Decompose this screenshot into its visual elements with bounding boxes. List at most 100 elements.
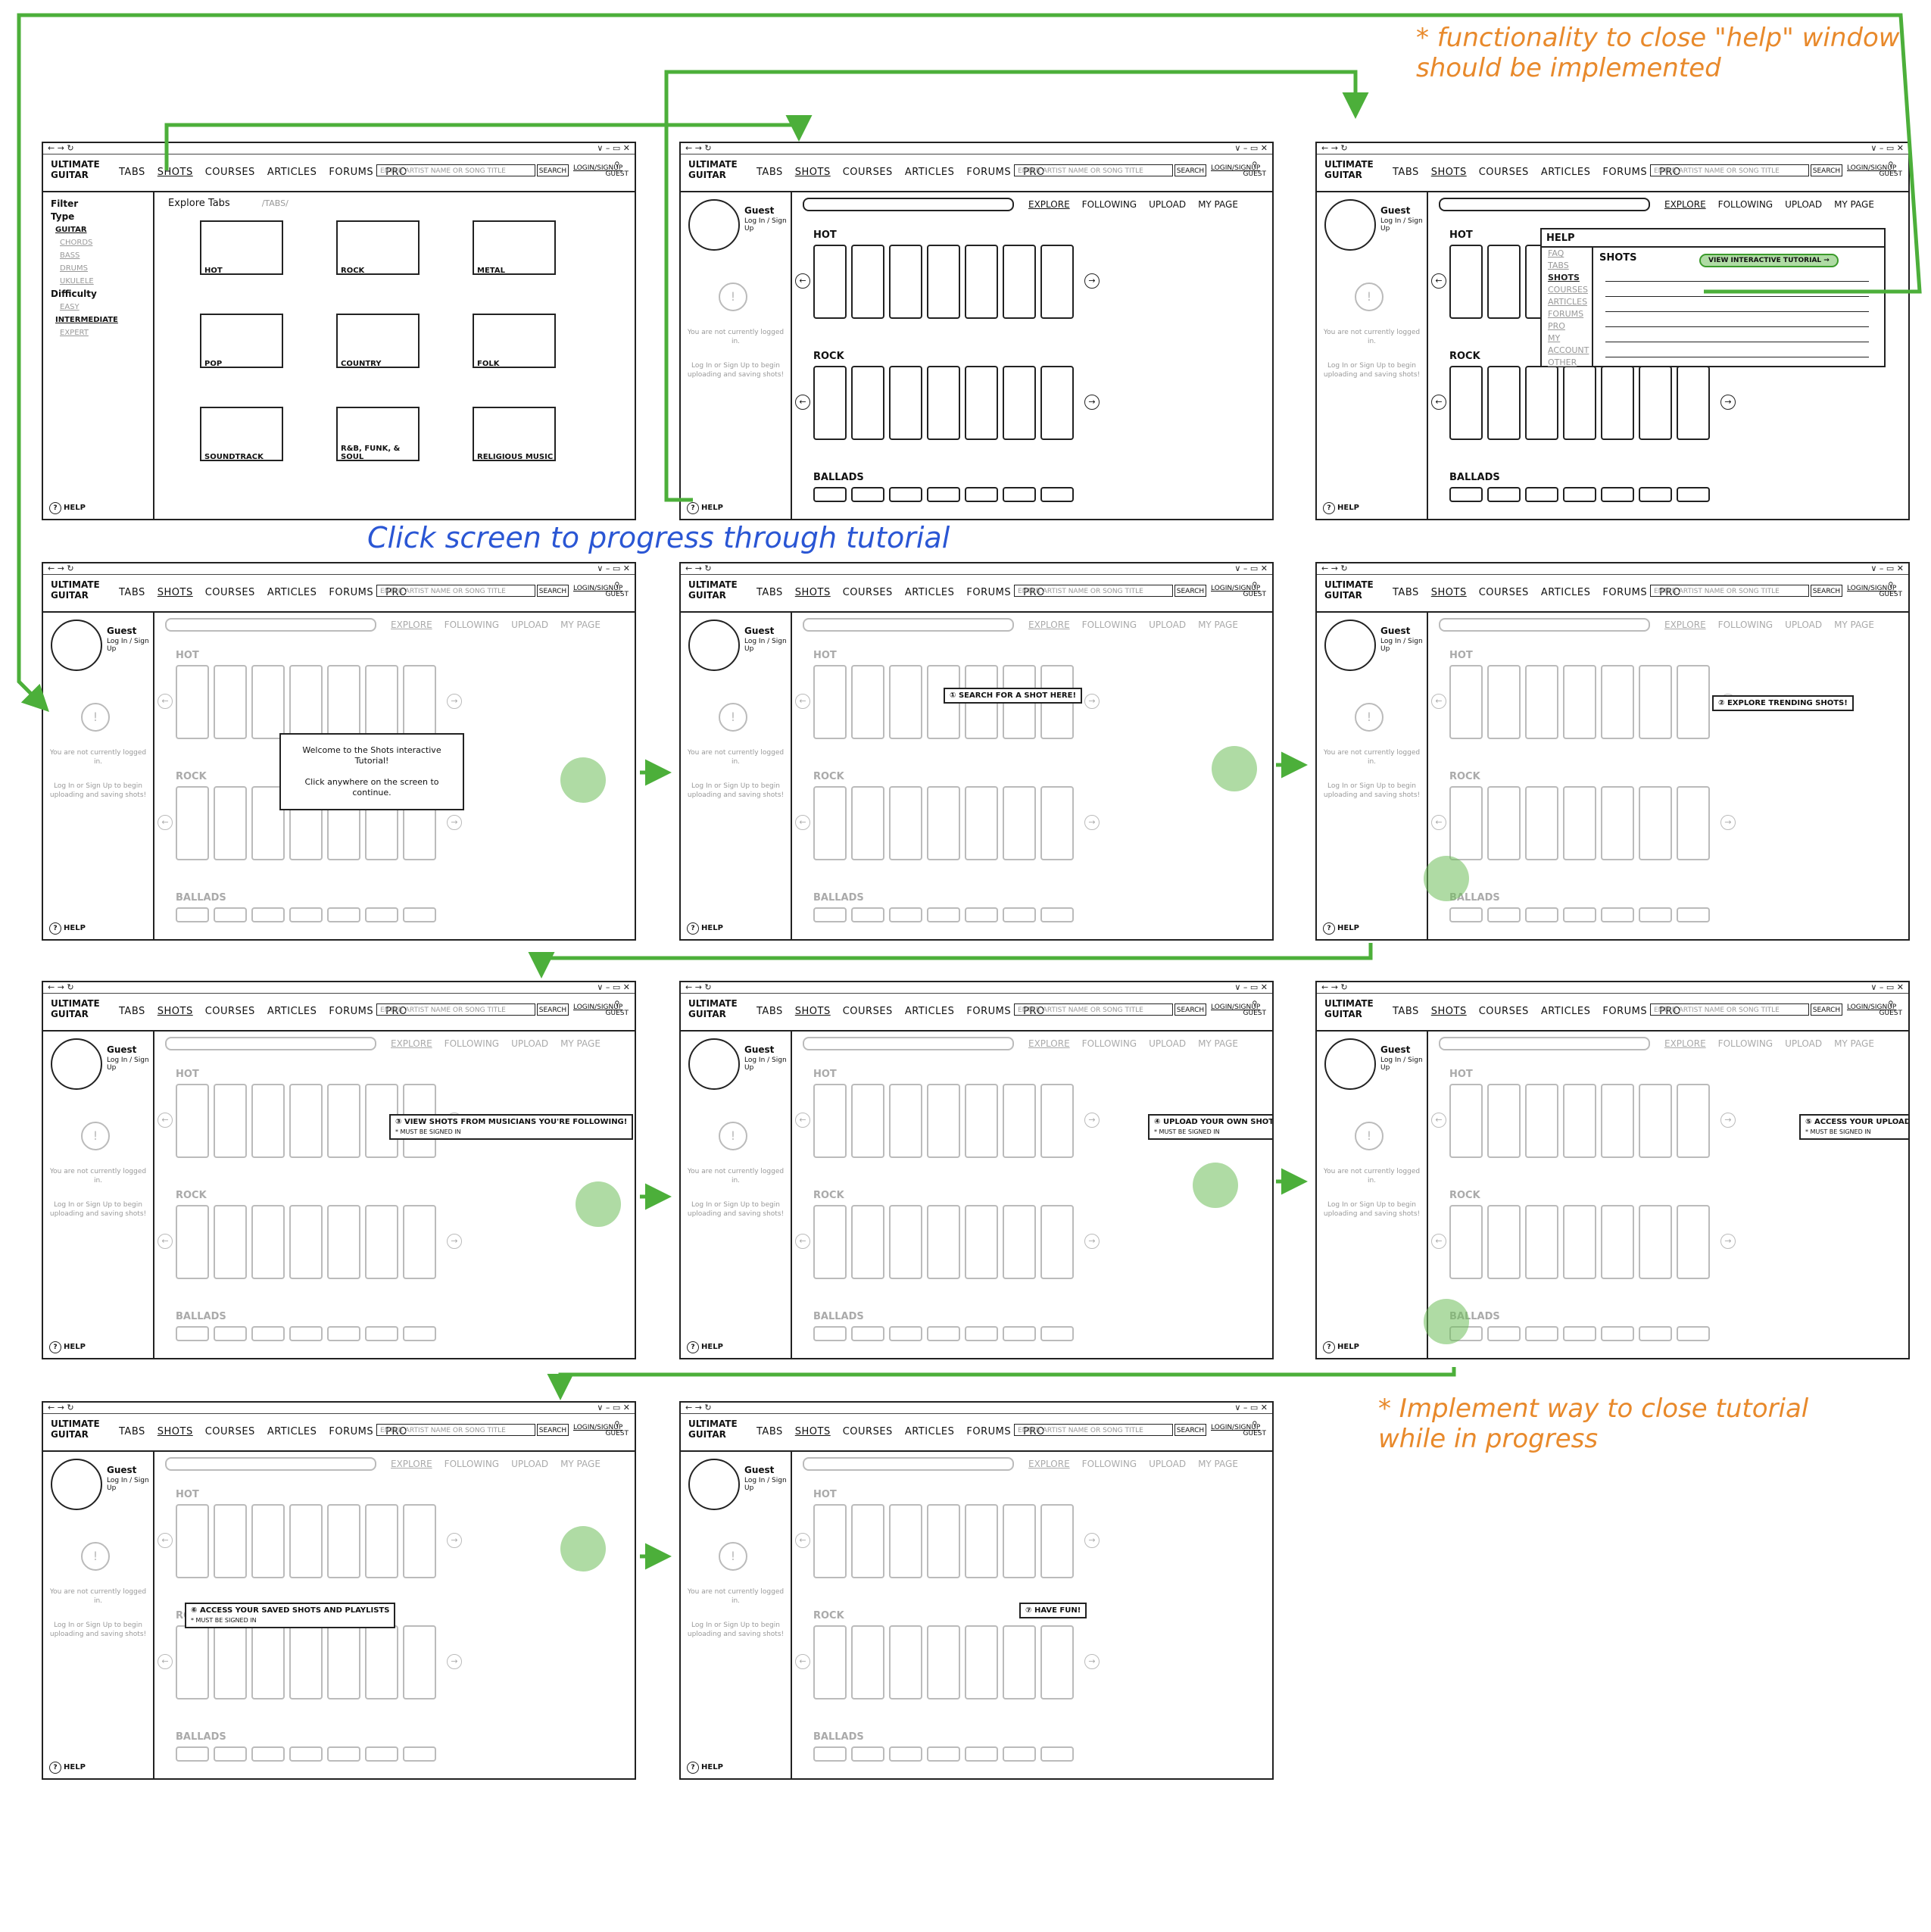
shot-card[interactable] [327, 1205, 360, 1279]
shot-card[interactable] [403, 665, 436, 739]
shot-card[interactable] [1601, 786, 1634, 860]
shot-card[interactable] [889, 366, 922, 440]
next-arrow-icon[interactable]: → [1084, 395, 1100, 410]
shot-card[interactable] [965, 245, 998, 319]
window-controls[interactable]: ∨ – ▭ ✕ [1870, 143, 1904, 154]
shot-card[interactable] [1040, 1625, 1074, 1699]
shot-card[interactable] [214, 1625, 247, 1699]
nav-item-articles[interactable]: ARTICLES [905, 587, 955, 598]
shot-card[interactable] [927, 1625, 960, 1699]
shot-card[interactable] [851, 1084, 884, 1158]
avatar[interactable] [51, 1038, 102, 1090]
shot-card[interactable] [813, 1746, 847, 1762]
shot-card[interactable] [176, 786, 209, 860]
site-logo[interactable]: ULTIMATE GUITAR [51, 1419, 104, 1440]
shot-card[interactable] [176, 1625, 209, 1699]
nav-item-tabs[interactable]: TABS [1393, 167, 1419, 178]
window-controls[interactable]: ∨ – ▭ ✕ [1234, 982, 1268, 993]
shot-card[interactable] [889, 907, 922, 922]
shot-card[interactable] [1525, 1205, 1558, 1279]
shot-card[interactable] [813, 665, 847, 739]
window-controls[interactable]: ∨ – ▭ ✕ [597, 143, 630, 154]
site-search-button[interactable]: SEARCH [537, 164, 569, 176]
shot-card[interactable] [1601, 1205, 1634, 1279]
shots-search-input[interactable] [803, 198, 1014, 211]
shot-card[interactable] [289, 907, 323, 922]
browser-nav-icons[interactable]: ← → ↻ [1321, 143, 1348, 153]
shot-card[interactable] [1449, 245, 1483, 319]
nav-item-articles[interactable]: ARTICLES [905, 1006, 955, 1017]
shot-card[interactable] [851, 1625, 884, 1699]
shot-card[interactable] [851, 366, 884, 440]
tab-explore[interactable]: EXPLORE [1028, 1038, 1070, 1049]
shot-card[interactable] [1003, 487, 1036, 502]
login-prompt[interactable]: Log In or Sign Up to begin uploading and… [685, 361, 786, 379]
shot-card[interactable] [327, 665, 360, 739]
shot-card[interactable] [1487, 245, 1521, 319]
nav-item-tabs[interactable]: TABS [1393, 1006, 1419, 1017]
next-arrow-icon[interactable]: → [447, 694, 462, 709]
nav-item-courses[interactable]: COURSES [1479, 1006, 1529, 1017]
shot-card[interactable] [403, 1205, 436, 1279]
shot-card[interactable] [1525, 366, 1558, 440]
shot-card[interactable] [965, 487, 998, 502]
avatar[interactable] [1324, 199, 1376, 251]
site-search-input[interactable]: ENTER ARTIST NAME OR SONG TITLE [1014, 585, 1173, 597]
login-prompt[interactable]: Log In or Sign Up to begin uploading and… [1321, 1200, 1422, 1219]
shot-card[interactable] [813, 1625, 847, 1699]
shot-card[interactable] [1487, 487, 1521, 502]
shot-card[interactable] [851, 665, 884, 739]
shot-card[interactable] [1601, 1084, 1634, 1158]
user-menu[interactable]: ⚲ GUEST [606, 581, 629, 599]
browser-nav-icons[interactable]: ← → ↻ [48, 563, 74, 573]
avatar[interactable] [688, 1459, 740, 1510]
shot-card[interactable] [927, 1326, 960, 1341]
shot-card[interactable] [1563, 1205, 1596, 1279]
shot-card[interactable] [214, 1504, 247, 1578]
shot-card[interactable] [1677, 907, 1710, 922]
shot-card[interactable] [403, 907, 436, 922]
shot-card[interactable] [927, 245, 960, 319]
shot-card[interactable] [251, 1084, 285, 1158]
shot-card[interactable] [965, 1326, 998, 1341]
prev-arrow-icon[interactable]: ← [158, 1533, 173, 1548]
nav-item-articles[interactable]: ARTICLES [905, 1426, 955, 1437]
shot-card[interactable] [1003, 1084, 1036, 1158]
shot-card[interactable] [1601, 665, 1634, 739]
shot-card[interactable] [851, 245, 884, 319]
nav-item-courses[interactable]: COURSES [205, 167, 255, 178]
help-menu-item[interactable]: ARTICLES [1542, 296, 1592, 308]
nav-item-shots[interactable]: SHOTS [1431, 587, 1467, 598]
browser-nav-icons[interactable]: ← → ↻ [48, 982, 74, 992]
shot-card[interactable] [1601, 1326, 1634, 1341]
shot-card[interactable] [851, 1504, 884, 1578]
shot-card[interactable] [1003, 1625, 1036, 1699]
shot-card[interactable] [176, 1746, 209, 1762]
login-prompt[interactable]: Log In or Sign Up to begin uploading and… [1321, 361, 1422, 379]
shot-card[interactable] [1040, 1326, 1074, 1341]
shot-card[interactable] [1639, 665, 1672, 739]
shot-card[interactable] [1449, 366, 1483, 440]
shot-card[interactable] [176, 1205, 209, 1279]
shot-card[interactable] [965, 1205, 998, 1279]
tab-upload[interactable]: UPLOAD [511, 620, 548, 630]
site-search-button[interactable]: SEARCH [1175, 585, 1206, 597]
site-logo[interactable]: ULTIMATE GUITAR [688, 1419, 741, 1440]
user-menu[interactable]: ⚲ GUEST [1243, 581, 1266, 599]
nav-item-shots[interactable]: SHOTS [795, 1006, 831, 1017]
shot-card[interactable] [1639, 487, 1672, 502]
tab-my-page[interactable]: MY PAGE [1834, 1038, 1874, 1049]
tab-explore[interactable]: EXPLORE [391, 1038, 432, 1049]
nav-item-courses[interactable]: COURSES [843, 167, 893, 178]
nav-item-tabs[interactable]: TABS [1393, 587, 1419, 598]
help-menu-item[interactable]: FAQ [1542, 248, 1592, 260]
shot-card[interactable] [327, 1326, 360, 1341]
browser-nav-icons[interactable]: ← → ↻ [685, 1403, 712, 1412]
nav-item-courses[interactable]: COURSES [1479, 167, 1529, 178]
user-menu[interactable]: ⚲ GUEST [1243, 1000, 1266, 1018]
login-prompt[interactable]: Log In or Sign Up to begin uploading and… [685, 1200, 786, 1219]
shot-card[interactable] [889, 1084, 922, 1158]
help-button[interactable]: ? HELP [1323, 922, 1359, 935]
shots-search-input[interactable] [803, 1037, 1014, 1050]
nav-item-courses[interactable]: COURSES [205, 1426, 255, 1437]
